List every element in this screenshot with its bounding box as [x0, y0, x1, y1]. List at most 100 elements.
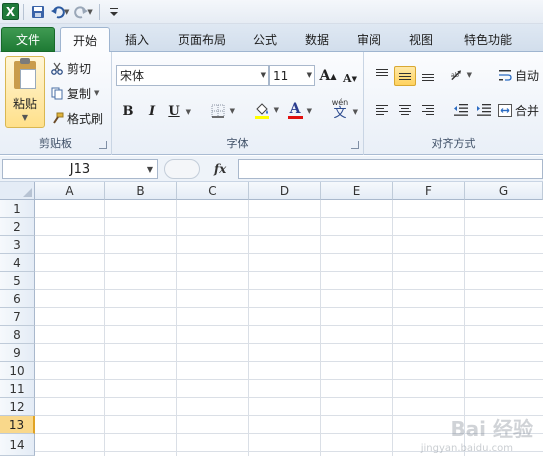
align-middle-button[interactable] — [394, 66, 416, 86]
clipboard-launcher-icon[interactable] — [99, 141, 107, 149]
row-header-5[interactable]: 5 — [0, 272, 35, 290]
gridline — [35, 307, 543, 308]
gridline — [35, 379, 543, 380]
decrease-font-size-button[interactable]: A ▼ — [340, 68, 360, 88]
paste-dropdown-icon[interactable]: ▼ — [6, 113, 44, 122]
formula-input[interactable] — [238, 159, 543, 179]
tab-home[interactable]: 开始 — [60, 27, 110, 53]
merge-center-label: 合并 — [515, 103, 540, 118]
paste-button[interactable]: 粘贴 ▼ — [5, 56, 45, 128]
underline-dropdown-icon[interactable]: ▼ — [186, 107, 191, 116]
select-all-corner[interactable] — [0, 182, 35, 200]
row-header-9[interactable]: 9 — [0, 344, 35, 362]
align-top-icon — [376, 69, 388, 81]
font-size-combo[interactable]: 11 ▼ — [269, 65, 315, 86]
row-header-10[interactable]: 10 — [0, 362, 35, 380]
align-right-button[interactable] — [417, 100, 439, 120]
font-name-dropdown-icon[interactable]: ▼ — [261, 71, 266, 79]
tab-review[interactable]: 审阅 — [346, 27, 392, 52]
cut-button[interactable]: 剪切 — [50, 58, 91, 78]
font-color-dropdown-icon[interactable]: ▼ — [307, 106, 312, 115]
customize-qat-icon[interactable] — [104, 2, 124, 22]
column-header-a[interactable]: A — [35, 182, 105, 200]
row-header-2[interactable]: 2 — [0, 218, 35, 236]
row-header-7[interactable]: 7 — [0, 308, 35, 326]
row-header-4[interactable]: 4 — [0, 254, 35, 272]
gridline — [35, 343, 543, 344]
underline-button[interactable]: U ▼ — [164, 101, 191, 121]
brush-icon — [50, 111, 64, 125]
tab-insert[interactable]: 插入 — [112, 27, 162, 52]
tab-file[interactable]: 文件 — [1, 27, 55, 52]
column-header-f[interactable]: F — [393, 182, 465, 200]
align-top-button[interactable] — [371, 65, 393, 85]
borders-dropdown-icon[interactable]: ▼ — [230, 107, 235, 115]
redo-dropdown-icon[interactable]: ▼ — [87, 8, 92, 16]
font-color-button[interactable]: A ▼ — [285, 100, 312, 120]
font-color-label: A — [289, 100, 301, 117]
fill-color-dropdown-icon[interactable]: ▼ — [274, 106, 279, 114]
orientation-button[interactable]: ab ▼ — [450, 65, 472, 85]
fill-color-button[interactable]: ▼ — [252, 100, 279, 120]
row-header-14[interactable]: 14 — [0, 434, 35, 456]
row-header-6[interactable]: 6 — [0, 290, 35, 308]
qat-separator — [23, 3, 24, 20]
bold-button[interactable]: B — [118, 101, 138, 121]
tab-formulas[interactable]: 公式 — [242, 27, 288, 52]
baidu-watermark-url: jingyan.baidu.com — [420, 443, 513, 454]
align-left-button[interactable] — [371, 100, 393, 120]
align-right-icon — [422, 105, 434, 115]
row-header-11[interactable]: 11 — [0, 380, 35, 398]
undo-dropdown-icon[interactable]: ▼ — [64, 8, 69, 16]
row-header-13-selected[interactable]: 13 — [0, 416, 35, 434]
row-header-1[interactable]: 1 — [0, 200, 35, 218]
tab-data[interactable]: 数据 — [294, 27, 340, 52]
format-painter-button[interactable]: 格式刷 — [50, 108, 103, 128]
wrap-text-button[interactable]: 自动 — [498, 65, 543, 85]
merge-center-button[interactable]: 合并 — [498, 100, 543, 120]
qat-separator-2 — [98, 3, 100, 20]
gridline — [35, 289, 543, 290]
orientation-dropdown-icon[interactable]: ▼ — [467, 71, 472, 79]
gridline — [248, 200, 249, 456]
phonetic-guide-button[interactable]: wén 文 ▼ — [327, 98, 358, 122]
copy-button[interactable]: 复制 ▼ — [50, 83, 99, 103]
font-launcher-icon[interactable] — [351, 141, 359, 149]
row-header-3[interactable]: 3 — [0, 236, 35, 254]
clipboard-icon — [14, 58, 36, 89]
column-header-d[interactable]: D — [249, 182, 321, 200]
column-header-g[interactable]: G — [465, 182, 543, 200]
font-name-value: 宋体 — [120, 69, 145, 83]
decrease-indent-button[interactable] — [450, 100, 472, 120]
save-icon[interactable] — [28, 2, 48, 22]
wrap-text-icon — [499, 70, 512, 81]
column-header-c[interactable]: C — [177, 182, 249, 200]
svg-text:ab: ab — [451, 71, 459, 79]
tab-page-layout[interactable]: 页面布局 — [166, 27, 238, 52]
name-box-dropdown-icon[interactable]: ▼ — [147, 165, 153, 174]
font-name-combo[interactable]: 宋体 ▼ — [116, 65, 269, 86]
excel-logo-icon: X — [2, 3, 19, 20]
column-header-e[interactable]: E — [321, 182, 393, 200]
gridline — [392, 200, 393, 456]
copy-dropdown-icon[interactable]: ▼ — [94, 89, 99, 97]
tab-special-features[interactable]: 特色功能 — [452, 27, 524, 52]
borders-button[interactable]: ▼ — [208, 101, 235, 121]
italic-button[interactable]: I — [142, 101, 162, 121]
row-header-12[interactable]: 12 — [0, 398, 35, 416]
align-bottom-button[interactable] — [417, 65, 439, 85]
align-center-button[interactable] — [394, 100, 416, 120]
baidu-watermark: Bai 经验 — [450, 417, 533, 441]
font-size-dropdown-icon[interactable]: ▼ — [307, 71, 312, 79]
fill-bucket-icon — [255, 102, 269, 119]
merge-cells-icon — [498, 103, 512, 117]
phonetic-dropdown-icon[interactable]: ▼ — [353, 108, 358, 116]
increase-indent-button[interactable] — [473, 100, 495, 120]
tab-view[interactable]: 视图 — [398, 27, 444, 52]
worksheet-grid[interactable]: A B C D E F G 1 2 3 4 5 6 7 8 9 10 11 12… — [0, 182, 543, 456]
increase-font-size-button[interactable]: A ▲ — [318, 66, 338, 86]
name-box[interactable]: J13 ▼ — [2, 159, 158, 179]
insert-function-button[interactable]: fx — [214, 159, 226, 179]
row-header-8[interactable]: 8 — [0, 326, 35, 344]
column-header-b[interactable]: B — [105, 182, 177, 200]
